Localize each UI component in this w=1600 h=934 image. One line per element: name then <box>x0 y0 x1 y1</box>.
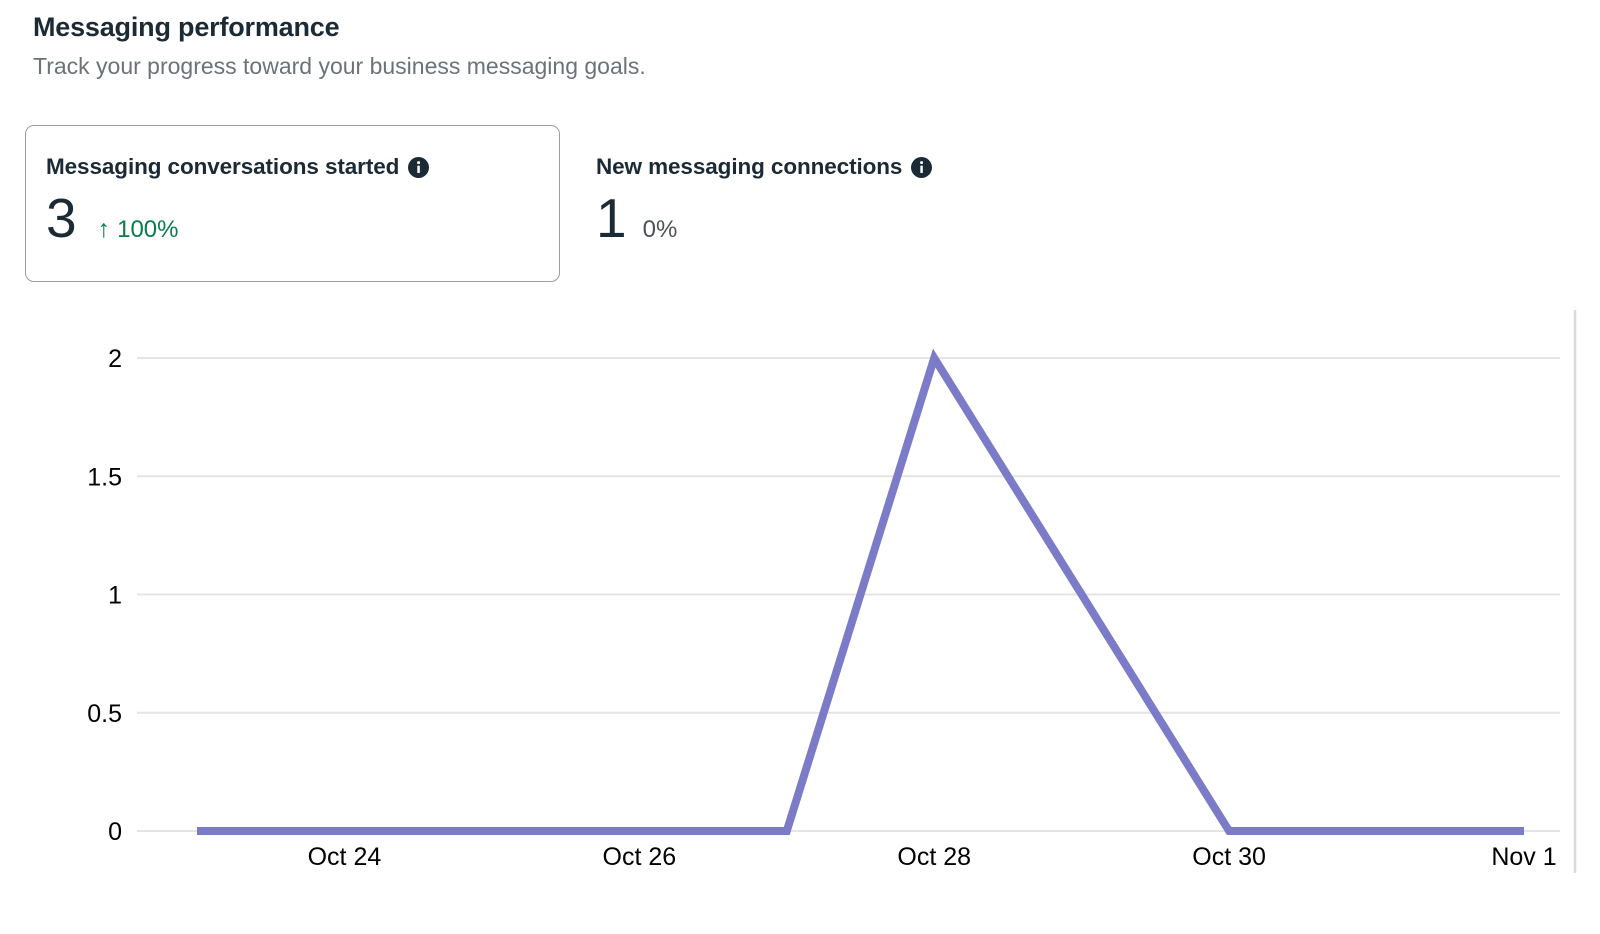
info-circle-icon[interactable] <box>408 157 429 178</box>
chart-gridlines <box>137 358 1560 831</box>
y-axis-tick-label: 0.5 <box>87 700 122 728</box>
metric-label-text: New messaging connections <box>596 154 902 180</box>
metric-card-conversations-started[interactable]: Messaging conversations started 3 ↑ 100% <box>25 125 560 282</box>
y-axis-tick-label: 2 <box>108 345 122 373</box>
page-title: Messaging performance <box>33 10 646 45</box>
metric-delta-text: 100% <box>117 216 178 244</box>
arrow-up-icon: ↑ <box>98 217 111 242</box>
metric-label-row: New messaging connections <box>596 154 1037 180</box>
metric-value: 1 <box>596 190 626 248</box>
chart-svg: 0 0.5 1 1.5 2 Oct 24 Oct 26 Oct 28 Oct 30 Nov 1 <box>0 300 1600 900</box>
info-circle-icon[interactable] <box>911 157 932 178</box>
messaging-performance-page: Messaging performance Track your progres… <box>0 0 1600 934</box>
metric-label-row: Messaging conversations started <box>46 154 537 180</box>
page-header: Messaging performance Track your progres… <box>33 10 646 82</box>
y-axis-tick-label: 0 <box>108 818 122 846</box>
metric-delta-text: 0% <box>643 216 678 244</box>
x-axis-tick-label: Oct 28 <box>897 843 971 871</box>
metric-value-row: 3 ↑ 100% <box>46 190 537 248</box>
x-axis-tick-label: Nov 1 <box>1491 843 1556 871</box>
metric-value: 3 <box>46 190 76 248</box>
metric-delta: ↑ 100% <box>98 216 179 244</box>
chart-x-axis-labels: Oct 24 Oct 26 Oct 28 Oct 30 Nov 1 <box>308 843 1557 871</box>
x-axis-tick-label: Oct 30 <box>1192 843 1266 871</box>
x-axis-tick-label: Oct 26 <box>603 843 677 871</box>
metric-value-row: 1 0% <box>596 190 1037 248</box>
metric-cards-row: Messaging conversations started 3 ↑ 100% <box>25 125 1060 282</box>
metric-card-new-connections[interactable]: New messaging connections 1 0% <box>560 125 1060 282</box>
messaging-performance-chart: 0 0.5 1 1.5 2 Oct 24 Oct 26 Oct 28 Oct 30 Nov 1 <box>0 300 1600 900</box>
y-axis-tick-label: 1.5 <box>87 463 122 491</box>
metric-label-text: Messaging conversations started <box>46 154 399 180</box>
chart-y-axis-labels: 0 0.5 1 1.5 2 <box>87 345 122 846</box>
metric-delta: 0% <box>643 216 678 244</box>
x-axis-tick-label: Oct 24 <box>308 843 382 871</box>
page-subtitle: Track your progress toward your business… <box>33 52 646 82</box>
y-axis-tick-label: 1 <box>108 582 122 610</box>
